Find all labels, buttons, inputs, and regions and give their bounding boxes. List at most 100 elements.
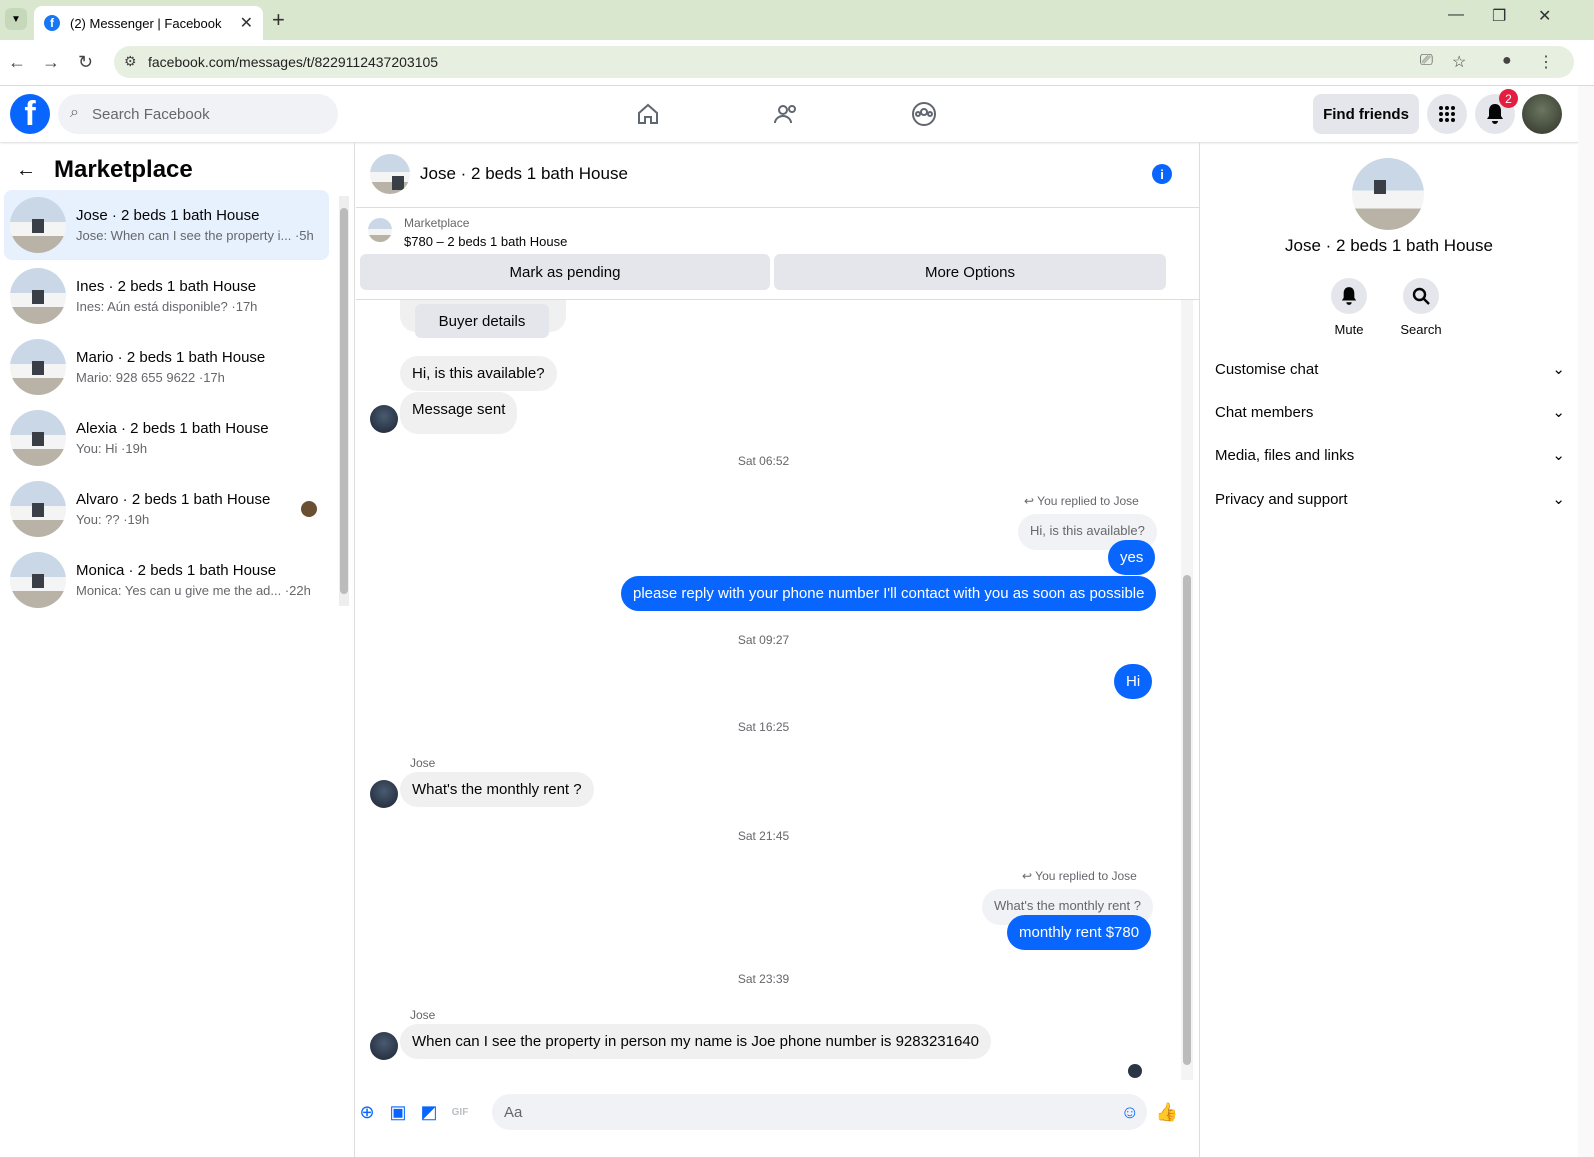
marketplace-label: Marketplace bbox=[404, 216, 470, 230]
groups-icon[interactable] bbox=[910, 100, 938, 128]
forward-icon[interactable]: → bbox=[42, 52, 60, 73]
timestamp: Sat 23:39 bbox=[737, 972, 790, 986]
message-bubble: yes bbox=[1108, 540, 1156, 575]
search-in-chat-button[interactable]: Search bbox=[1386, 278, 1456, 337]
listing-thumbnail bbox=[368, 218, 392, 242]
restore-icon[interactable]: ❐ bbox=[1492, 6, 1506, 26]
close-tab-icon[interactable]: ✕ bbox=[240, 13, 253, 33]
account-avatar[interactable] bbox=[1522, 94, 1562, 134]
section-label: Customise chat bbox=[1215, 360, 1319, 378]
conversation-item[interactable]: Ines · 2 beds 1 bath House Ines: Aún está… bbox=[4, 261, 329, 331]
emoji-icon[interactable]: ☺ bbox=[1121, 1102, 1139, 1123]
section-label: Media, files and links bbox=[1215, 446, 1355, 464]
seen-avatar bbox=[301, 501, 317, 517]
conversation-name: Monica · 2 beds 1 bath House bbox=[76, 562, 277, 579]
chat-title[interactable]: Jose · 2 beds 1 bath House bbox=[420, 164, 628, 184]
friends-icon[interactable] bbox=[772, 100, 800, 128]
conversation-item[interactable]: Monica · 2 beds 1 bath House Monica: Yes … bbox=[4, 545, 329, 615]
profile-icon[interactable]: ● bbox=[1502, 52, 1512, 70]
mute-button[interactable]: Mute bbox=[1314, 278, 1384, 337]
listing-thumbnail bbox=[10, 268, 66, 324]
message-thread: Buyer details Hi, is this available? Mes… bbox=[356, 300, 1181, 1080]
new-tab-button[interactable]: + bbox=[272, 7, 285, 33]
tab-title: (2) Messenger | Facebook bbox=[70, 15, 222, 31]
scrollbar-thumb[interactable] bbox=[340, 208, 348, 594]
install-app-icon[interactable]: ⎚ bbox=[1420, 52, 1433, 70]
minimize-icon[interactable]: — bbox=[1448, 6, 1464, 24]
plus-circle-icon[interactable]: ⊕ bbox=[356, 1101, 378, 1123]
message-bubble: please reply with your phone number I'll… bbox=[621, 576, 1157, 611]
menu-grid-icon[interactable] bbox=[1427, 94, 1467, 134]
message-input[interactable]: Aa ☺ bbox=[492, 1094, 1147, 1130]
home-icon[interactable] bbox=[634, 100, 662, 128]
read-receipt-avatar bbox=[1128, 1064, 1142, 1078]
reply-indicator-text: You replied to Jose bbox=[1037, 494, 1139, 508]
section-customise-chat[interactable]: Customise chat ⌄ bbox=[1215, 360, 1565, 379]
address-bar[interactable]: ⚙ facebook.com/messages/t/82291124372031… bbox=[114, 46, 1574, 78]
tab-search-button[interactable]: ▼ bbox=[5, 8, 27, 30]
scrollbar-thumb[interactable] bbox=[1183, 575, 1191, 1065]
details-name: Jose · 2 beds 1 bath House bbox=[1285, 236, 1493, 255]
chat-avatar[interactable] bbox=[370, 154, 410, 194]
back-icon[interactable]: ← bbox=[8, 52, 26, 73]
message-bubble: When can I see the property in person my… bbox=[400, 1024, 992, 1059]
conversation-item[interactable]: Jose · 2 beds 1 bath House Jose: When can… bbox=[4, 190, 329, 260]
sidebar-title: Marketplace bbox=[54, 156, 193, 183]
message-composer: ⊕ ▣ ◩ GIF Aa ☺ 👍 bbox=[356, 1087, 1199, 1137]
conversation-item[interactable]: Alexia · 2 beds 1 bath House You: Hi ·19h bbox=[4, 403, 329, 473]
conversation-name: Alexia · 2 beds 1 bath House bbox=[76, 420, 269, 437]
conversation-item[interactable]: Alvaro · 2 beds 1 bath House You: ?? ·19h bbox=[4, 474, 329, 544]
gif-icon[interactable]: GIF bbox=[449, 1101, 471, 1123]
section-chat-members[interactable]: Chat members ⌄ bbox=[1215, 403, 1565, 422]
conversation-item[interactable]: Mario · 2 beds 1 bath House Mario: 928 65… bbox=[4, 332, 329, 402]
mark-as-pending-button[interactable]: Mark as pending bbox=[360, 254, 770, 290]
section-label: Privacy and support bbox=[1215, 490, 1348, 508]
sidebar-scrollbar[interactable] bbox=[339, 196, 349, 606]
chat-scrollbar[interactable] bbox=[1181, 300, 1193, 1080]
conversation-list-panel: ← Marketplace Jose · 2 beds 1 bath House… bbox=[0, 142, 355, 1157]
site-info-icon[interactable]: ⚙ bbox=[124, 53, 137, 70]
details-avatar[interactable] bbox=[1352, 158, 1424, 230]
back-arrow-icon[interactable]: ← bbox=[16, 159, 36, 182]
more-options-button[interactable]: More Options bbox=[774, 254, 1166, 290]
reload-icon[interactable]: ↻ bbox=[78, 52, 93, 73]
photo-icon[interactable]: ▣ bbox=[387, 1101, 409, 1123]
find-friends-button[interactable]: Find friends bbox=[1313, 94, 1419, 134]
conversation-preview: Ines: Aún está disponible? ·17h bbox=[76, 299, 258, 314]
buyer-details-button[interactable]: Buyer details bbox=[415, 304, 549, 338]
section-media-files-links[interactable]: Media, files and links ⌄ bbox=[1215, 446, 1565, 465]
sidebar-header: ← Marketplace bbox=[16, 156, 193, 184]
section-privacy-support[interactable]: Privacy and support ⌄ bbox=[1215, 490, 1565, 509]
facebook-logo-icon[interactable]: f bbox=[10, 94, 50, 134]
conversation-name: Ines · 2 beds 1 bath House bbox=[76, 278, 257, 295]
search-icon: ⌕ bbox=[70, 104, 79, 121]
message-bubble: Hi, is this available? bbox=[400, 356, 557, 391]
info-icon[interactable]: i bbox=[1152, 164, 1172, 184]
bookmark-star-icon[interactable]: ☆ bbox=[1452, 52, 1466, 72]
close-window-icon[interactable]: ✕ bbox=[1538, 6, 1551, 26]
sticker-icon[interactable]: ◩ bbox=[418, 1101, 440, 1123]
conversation-name: Mario · 2 beds 1 bath House bbox=[76, 349, 266, 366]
timestamp: Sat 16:25 bbox=[737, 720, 790, 734]
browser-tab-messenger[interactable]: f (2) Messenger | Facebook ✕ bbox=[34, 6, 263, 40]
timestamp: Sat 09:27 bbox=[737, 633, 790, 647]
chevron-down-icon: ⌄ bbox=[1552, 491, 1565, 508]
bell-icon bbox=[1331, 278, 1367, 314]
chevron-down-icon: ▼ bbox=[11, 13, 21, 25]
conversation-preview: Monica: Yes can u give me the ad... ·22h bbox=[76, 583, 311, 598]
conversation-preview: Jose: When can I see the property i... ·… bbox=[76, 228, 314, 243]
page-scrollbar[interactable] bbox=[1578, 86, 1594, 1157]
message-bubble: Message sent bbox=[400, 392, 518, 434]
contact-avatar bbox=[370, 405, 398, 433]
chevron-down-icon: ⌄ bbox=[1552, 447, 1565, 464]
timestamp: Sat 21:45 bbox=[737, 829, 790, 843]
thumbs-up-icon[interactable]: 👍 bbox=[1156, 1101, 1178, 1123]
timestamp: Sat 06:52 bbox=[737, 454, 790, 468]
listing-title[interactable]: $780 – 2 beds 1 bath House bbox=[404, 234, 567, 249]
chat-header: Jose · 2 beds 1 bath House i bbox=[356, 142, 1199, 208]
reply-indicator-text: You replied to Jose bbox=[1035, 869, 1137, 883]
conversation-preview: You: Hi ·19h bbox=[76, 441, 148, 456]
facebook-search-input[interactable]: ⌕ Search Facebook bbox=[58, 94, 338, 134]
reply-indicator: ↩ You replied to Jose bbox=[1022, 869, 1137, 883]
menu-kebab-icon[interactable]: ⋮ bbox=[1538, 52, 1554, 72]
